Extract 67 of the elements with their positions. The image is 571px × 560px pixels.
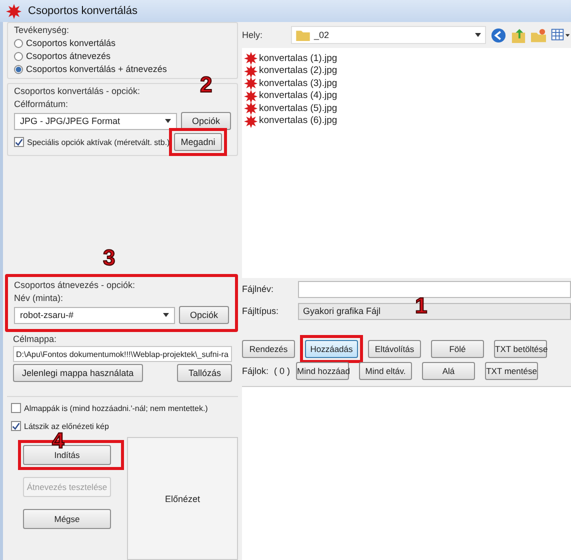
splat-icon	[244, 51, 258, 66]
window-title: Csoportos konvertálás	[28, 5, 138, 17]
options-button[interactable]: Opciók	[180, 112, 231, 130]
list-button[interactable]: Fölé	[431, 340, 484, 358]
file-item[interactable]: konvertalas (2).jpg	[244, 64, 569, 77]
file-item[interactable]: konvertalas (4).jpg	[244, 90, 569, 102]
radio-option[interactable]: Csoportos konvertálás + átnevezés	[14, 64, 231, 74]
caret-icon	[164, 119, 171, 123]
format-dropdown[interactable]: JPG - JPG/JPEG Format	[14, 112, 177, 130]
caret-icon	[162, 313, 169, 317]
splat-icon	[244, 88, 258, 103]
list-button[interactable]: TXT betöltése	[494, 340, 547, 358]
action-button[interactable]: Mégse	[23, 509, 111, 529]
caret-icon	[475, 33, 481, 37]
current-folder-button[interactable]: Jelenlegi mappa használata	[13, 364, 143, 382]
field-label: Név (minta):	[14, 293, 64, 303]
location-label: Hely:	[242, 30, 264, 40]
splat-icon	[244, 76, 258, 90]
new-folder-icon[interactable]	[531, 28, 546, 42]
location-dropdown[interactable]: _02	[291, 26, 486, 44]
checkbox-option[interactable]: Látszik az előnézeti kép	[11, 421, 234, 431]
folder-icon	[296, 29, 310, 41]
group-title: Csoportos átnevezés - opciók:	[14, 280, 136, 290]
view-menu-icon[interactable]	[551, 28, 571, 42]
filename-field[interactable]	[298, 280, 571, 298]
radio-option[interactable]: Csoportos átnevezés	[14, 51, 231, 61]
file-item[interactable]: konvertalas (1).jpg	[244, 52, 569, 64]
step-number: 3	[103, 245, 116, 271]
file-item[interactable]: konvertalas (6).jpg	[244, 114, 569, 127]
list-button[interactable]: Mind eltáv.	[359, 362, 412, 380]
files-label: Fájlok:	[242, 366, 268, 376]
name-pattern-dropdown[interactable]: robot-zsaru-#	[14, 306, 175, 324]
file-item[interactable]: konvertalas (3).jpg	[244, 77, 569, 90]
splat-icon	[244, 114, 258, 128]
list-button[interactable]: Eltávolítás	[368, 340, 421, 358]
list-button[interactable]: TXT mentése	[485, 362, 538, 380]
splat-icon	[244, 101, 258, 116]
checkbox[interactable]	[11, 421, 21, 431]
field-label: Fájlnév:	[242, 284, 275, 294]
list-button[interactable]: Mind hozzáad	[296, 362, 349, 380]
list-button[interactable]: Alá	[422, 362, 475, 380]
checkbox[interactable]	[14, 137, 24, 147]
field-label: Fájltípus:	[242, 306, 280, 316]
radio-button[interactable]	[14, 38, 23, 48]
path-field[interactable]: D:\Apu\Fontos dokumentumok!!!\Weblap-projektek\_sufni-ra	[13, 346, 232, 362]
field-label: Célmappa:	[13, 334, 58, 344]
browse-button[interactable]: Tallózás	[177, 364, 232, 382]
group-title: Csoportos konvertálás - opciók:	[14, 86, 142, 96]
group-title: Tevékenység:	[14, 25, 70, 35]
splat-icon	[244, 64, 258, 78]
splat-icon	[6, 3, 22, 19]
checkbox[interactable]	[11, 403, 21, 413]
radio-button[interactable]	[14, 52, 23, 60]
list-button[interactable]: Rendezés	[242, 340, 295, 358]
step-number: 2	[200, 72, 212, 98]
preview-label: Előnézet	[164, 494, 200, 504]
file-item[interactable]: konvertalas (5).jpg	[244, 102, 569, 114]
radio-button[interactable]	[14, 64, 23, 74]
up-folder-icon[interactable]	[511, 28, 526, 42]
checkbox-option[interactable]: Speciális opciók aktívak (méretvált. stb.)	[14, 137, 170, 147]
set-button[interactable]: Megadni	[174, 133, 222, 151]
list-button[interactable]: Hozzáadás	[305, 340, 358, 358]
radio-option[interactable]: Csoportos konvertálás	[14, 38, 231, 48]
back-icon[interactable]	[491, 28, 506, 42]
checkbox-option[interactable]: Almappák is (mind hozzáadni.'-nál; nem mentettek.)	[11, 403, 234, 413]
field-label: Célformátum:	[14, 99, 70, 109]
options-button[interactable]: Opciók	[178, 306, 229, 324]
